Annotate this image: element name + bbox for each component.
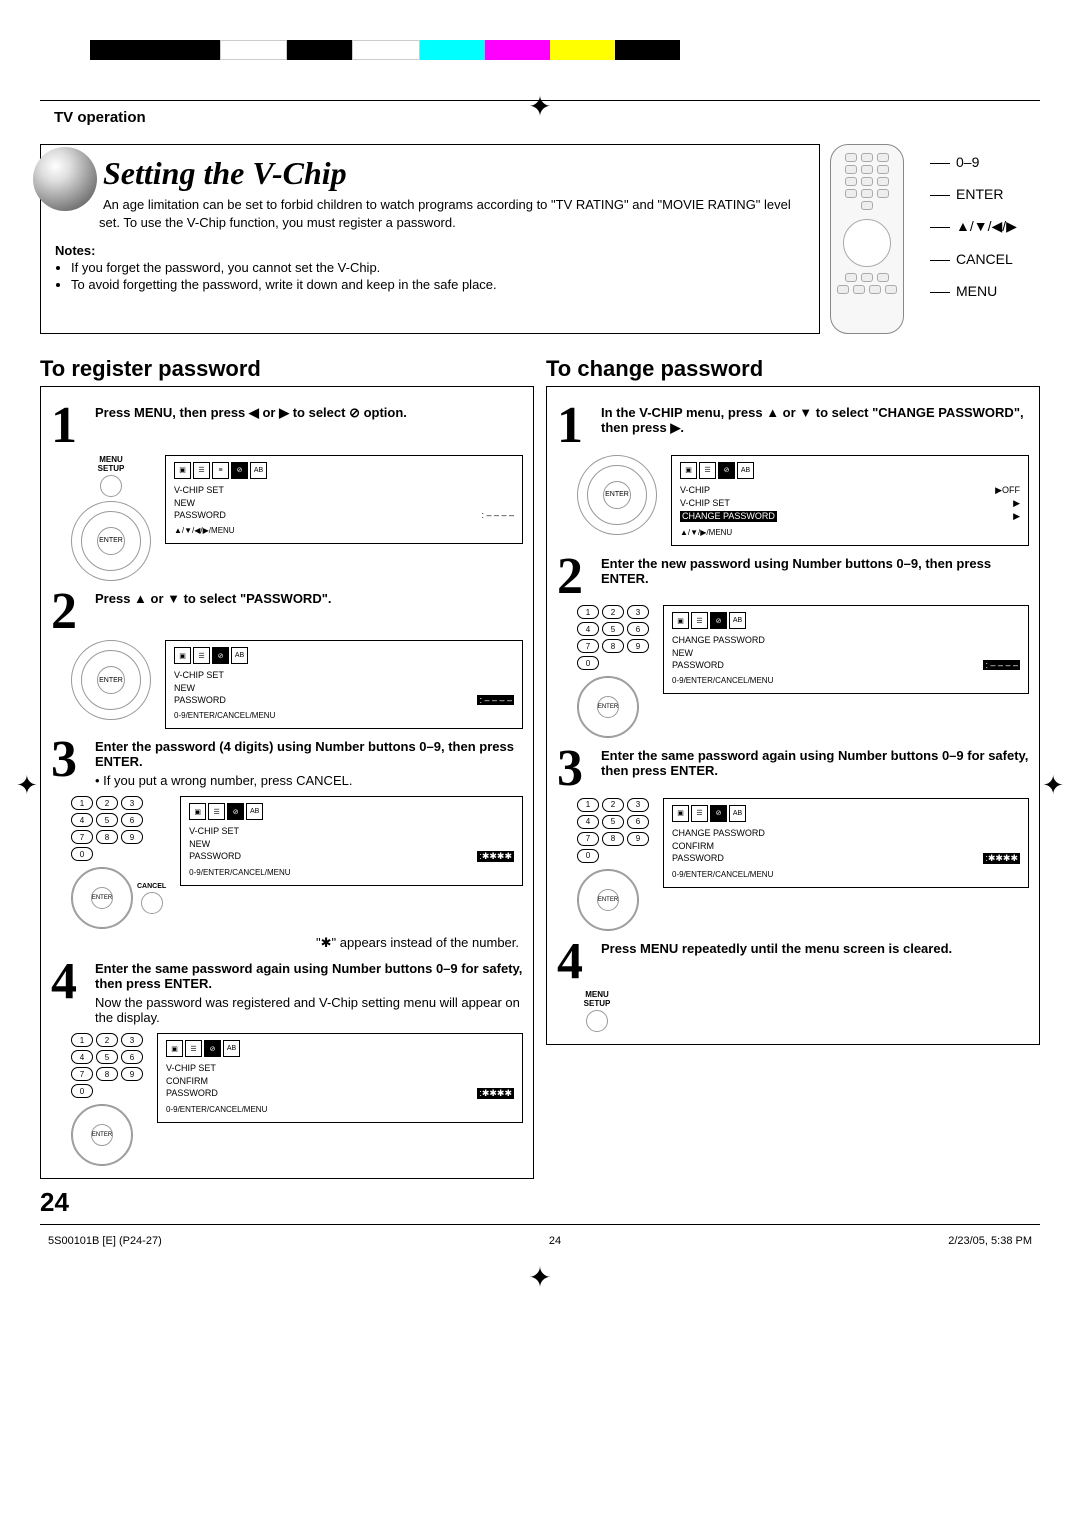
numpad-icon: 123 456 789 0 <box>577 798 649 863</box>
step-number: 1 <box>51 405 87 447</box>
registration-mark-icon: ✦ <box>528 90 551 123</box>
step-text: Press ▲ or ▼ to select "PASSWORD". <box>95 591 523 633</box>
footer-doc: 5S00101B [E] (P24-27) <box>48 1235 162 1247</box>
step-number: 3 <box>51 739 87 788</box>
step-text: Enter the same password again using Numb… <box>601 748 1029 790</box>
step-number: 4 <box>51 961 87 1025</box>
step-note: Now the password was registered and V-Ch… <box>95 995 523 1025</box>
remote-diagram: 0–9 ENTER ▲/▼/◀/▶ CANCEL MENU <box>830 144 1040 334</box>
remote-label: MENU <box>956 283 997 299</box>
remote-label: 0–9 <box>956 154 979 170</box>
registration-mark-icon: ✦ <box>40 1261 1040 1294</box>
remote-label: CANCEL <box>956 251 1013 267</box>
remote-outline <box>830 144 904 334</box>
step-number: 4 <box>557 941 593 983</box>
osd-screen: ▣☰⊘AB CHANGE PASSWORD CONFIRM PASSWORD:✱… <box>663 798 1029 888</box>
osd-screen: ▣☰⊘AB V-CHIP SET NEW PASSWORD: – – – – 0… <box>165 640 523 729</box>
page-number: 24 <box>40 1187 69 1218</box>
menu-button-icon <box>100 475 122 497</box>
osd-screen: ▣☰⊘AB V-CHIP▶OFF V-CHIP SET▶ CHANGE PASS… <box>671 455 1029 546</box>
numpad-icon: 123 456 789 0 <box>71 1033 143 1098</box>
step-note: If you put a wrong number, press CANCEL. <box>103 773 352 788</box>
dpad-icon: ENTER <box>71 867 133 929</box>
step-number: 2 <box>557 556 593 598</box>
osd-screen: ▣☰⊘AB V-CHIP SET NEW PASSWORD:✱✱✱✱ 0-9/E… <box>180 796 523 886</box>
step-number: 3 <box>557 748 593 790</box>
dpad-icon: ENTER <box>577 676 639 738</box>
dpad-icon: ENTER <box>577 455 657 535</box>
step-number: 1 <box>557 405 593 447</box>
dpad-icon: ENTER <box>577 869 639 931</box>
left-procedure-box: 1 Press MENU, then press ◀ or ▶ to selec… <box>40 386 534 1179</box>
step-text: Enter the new password using Number butt… <box>601 556 1029 598</box>
bottom-rule <box>40 1224 1040 1225</box>
remote-label: ENTER <box>956 186 1003 202</box>
notes-heading: Notes: <box>55 243 805 258</box>
step-text: In the V-CHIP menu, press ▲ or ▼ to sele… <box>601 405 1029 447</box>
registration-mark-icon: ✦ <box>1042 770 1064 801</box>
footer-page: 24 <box>549 1235 561 1247</box>
numpad-icon: 123 456 789 0 <box>71 796 166 861</box>
page-title: Setting the V-Chip <box>55 155 805 192</box>
step-text: Enter the same password again using Numb… <box>95 961 523 991</box>
intro-text: An age limitation can be set to forbid c… <box>99 196 805 231</box>
step-footnote: "✱" appears instead of the number. <box>51 935 519 951</box>
step-text: Press MENU, then press ◀ or ▶ to select … <box>95 405 523 447</box>
decorative-sphere-icon <box>33 147 97 211</box>
osd-screen: ▣☰⊘AB CHANGE PASSWORD NEW PASSWORD: – – … <box>663 605 1029 694</box>
footer-date: 2/23/05, 5:38 PM <box>948 1235 1032 1247</box>
note-item: If you forget the password, you cannot s… <box>71 260 805 275</box>
note-item: To avoid forgetting the password, write … <box>71 277 805 292</box>
dpad-icon: ENTER <box>71 501 151 581</box>
color-registration-bar <box>90 40 680 60</box>
registration-mark-icon: ✦ <box>16 770 38 801</box>
intro-box: Setting the V-Chip An age limitation can… <box>40 144 820 334</box>
step-number: 2 <box>51 591 87 633</box>
osd-screen: ▣☰≡⊘AB V-CHIP SET NEW PASSWORD: – – – – … <box>165 455 523 544</box>
step-text: Enter the password (4 digits) using Numb… <box>95 739 523 769</box>
dpad-icon: ENTER <box>71 1104 133 1166</box>
right-heading: To change password <box>546 356 1040 382</box>
left-heading: To register password <box>40 356 534 382</box>
cancel-button-icon <box>141 892 163 914</box>
step-text: Press MENU repeatedly until the menu scr… <box>601 941 1029 983</box>
osd-screen: ▣☰⊘AB V-CHIP SET CONFIRM PASSWORD:✱✱✱✱ 0… <box>157 1033 523 1123</box>
notes-block: Notes: If you forget the password, you c… <box>55 243 805 292</box>
cancel-label: CANCEL <box>137 883 166 890</box>
remote-label: ▲/▼/◀/▶ <box>956 218 1017 234</box>
right-procedure-box: 1 In the V-CHIP menu, press ▲ or ▼ to se… <box>546 386 1040 1045</box>
menu-setup-label: MENU SETUP <box>91 455 131 473</box>
numpad-icon: 123 456 789 0 <box>577 605 649 670</box>
dpad-icon: ENTER <box>71 640 151 720</box>
menu-button-icon <box>586 1010 608 1032</box>
menu-setup-label: MENU SETUP <box>577 990 617 1008</box>
